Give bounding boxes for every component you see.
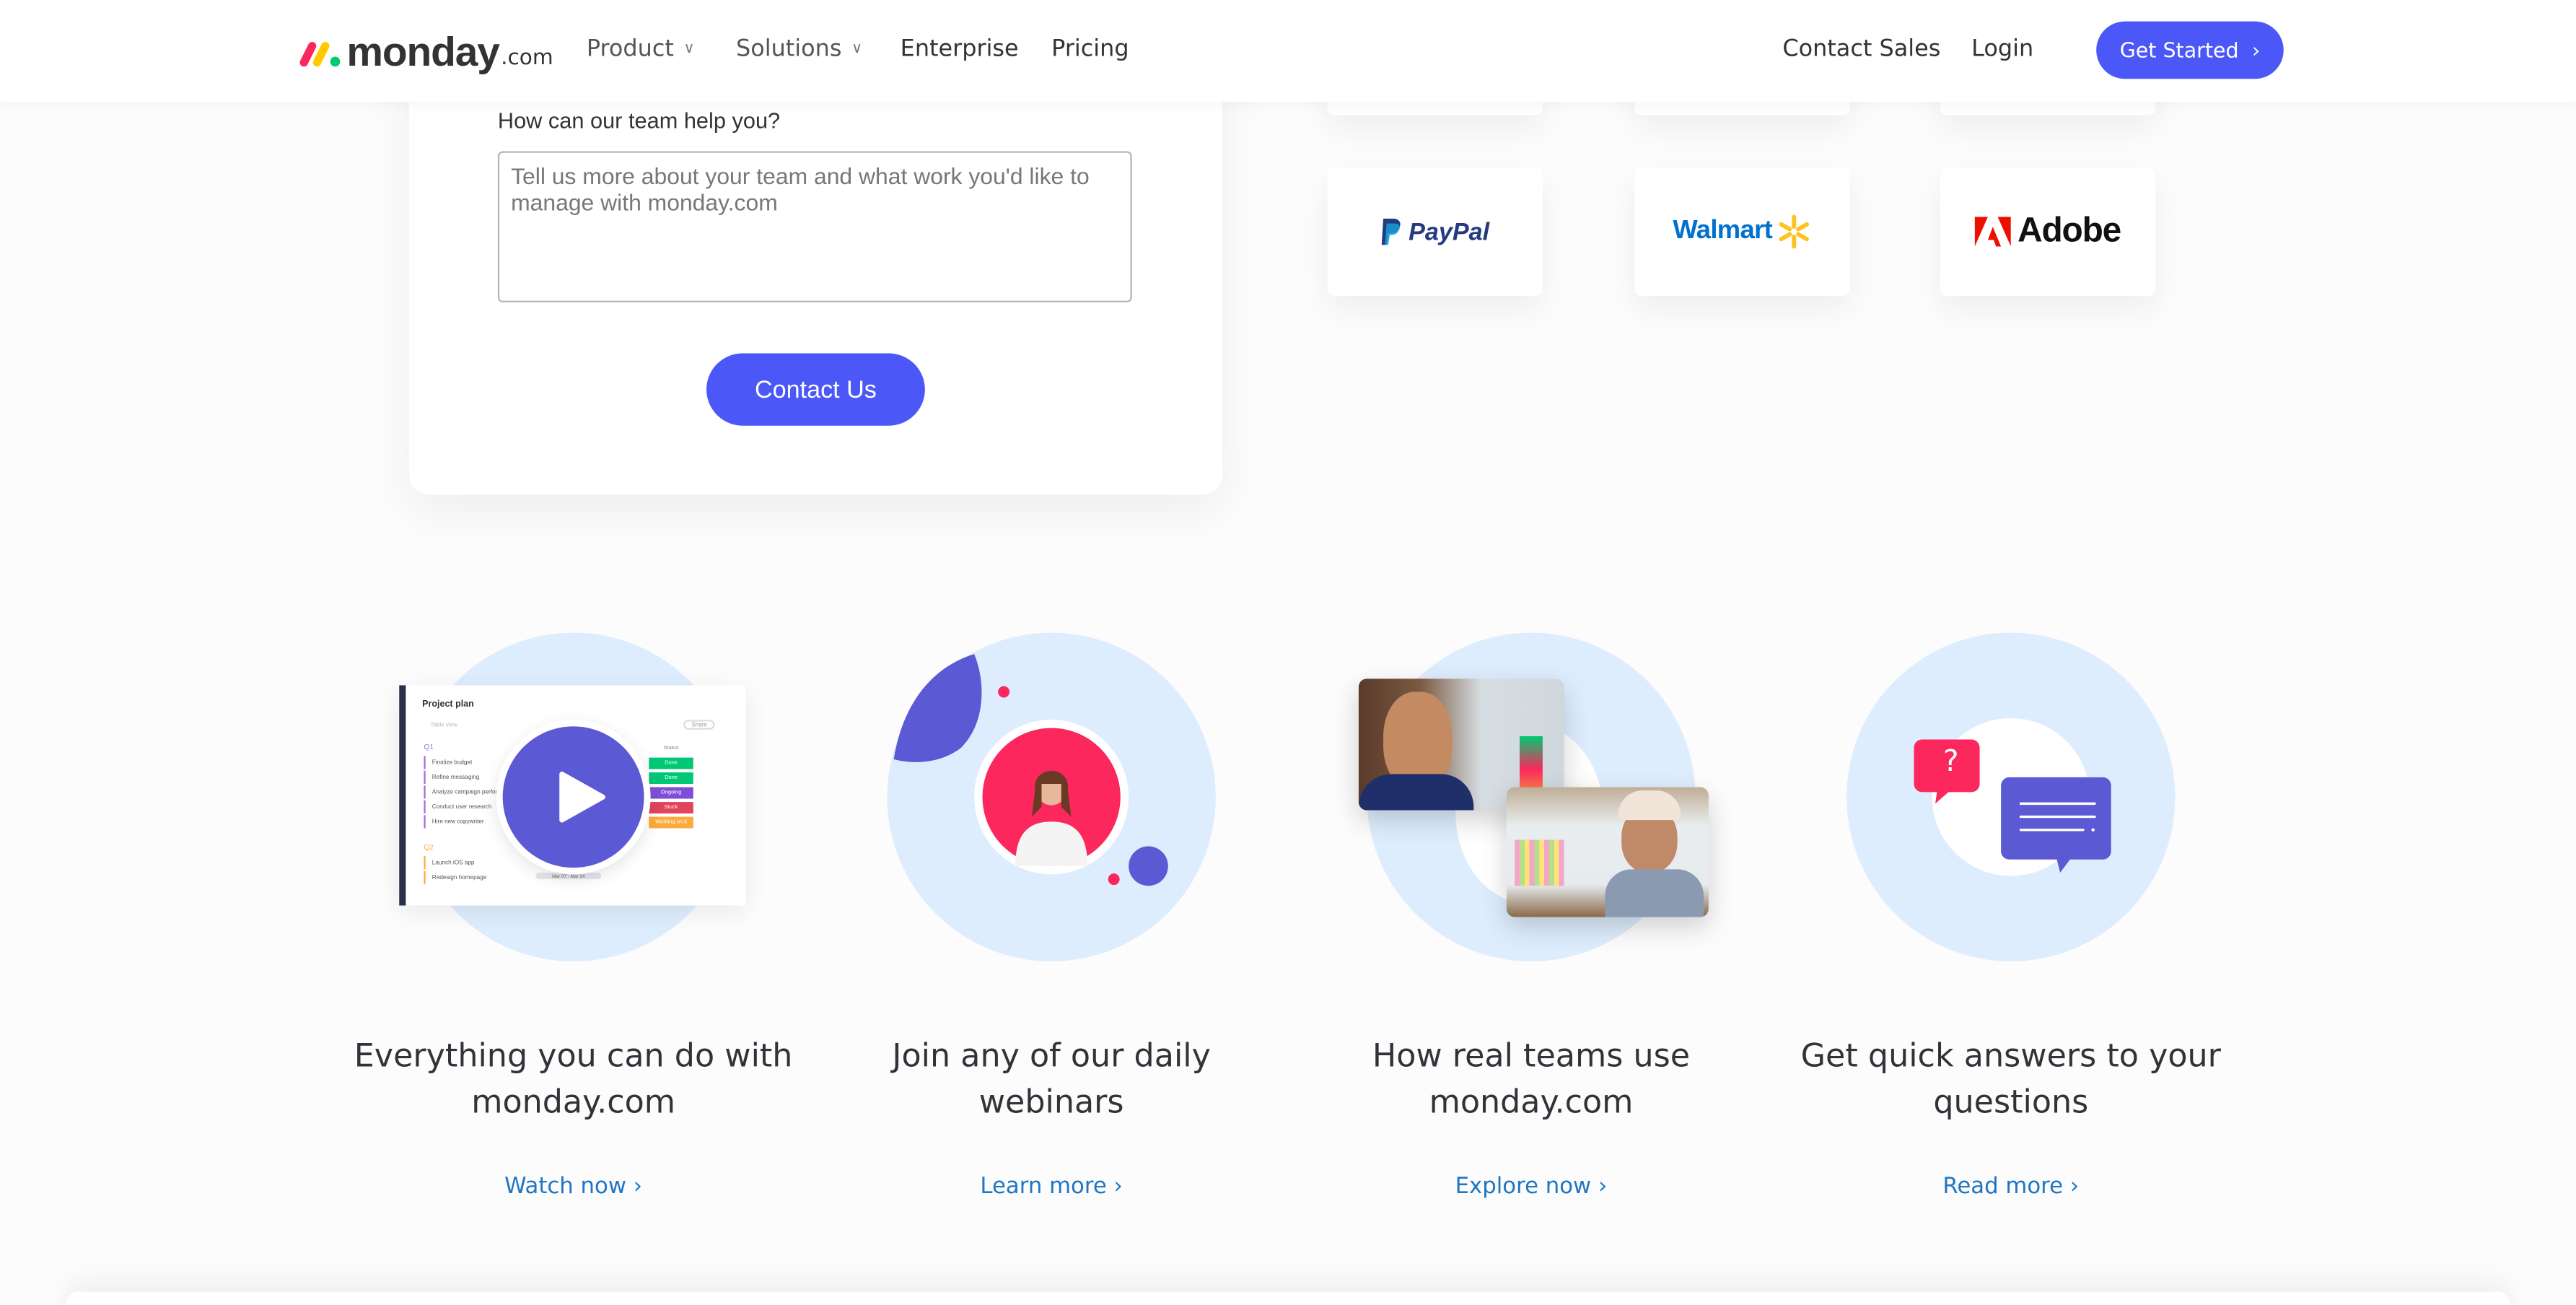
chevron-down-icon: ∨ xyxy=(851,40,863,58)
nav-label: Solutions xyxy=(736,36,842,63)
resource-title: Get quick answers to your questions xyxy=(1800,1036,2221,1121)
adobe-logo-card: Adobe xyxy=(1940,167,2156,296)
login-label: Login xyxy=(1971,36,2034,63)
board-group-q1: Q1 xyxy=(424,743,434,751)
resource-title: How real teams use monday.com xyxy=(1372,1036,1691,1121)
paypal-logo-text: PayPal xyxy=(1409,217,1490,246)
contact-us-button[interactable]: Contact Us xyxy=(706,353,925,426)
walmart-logo-text: Walmart xyxy=(1673,217,1773,245)
watch-now-link[interactable]: Watch now › xyxy=(335,1174,811,1200)
page: monday .com Product ∨ Solutions ∨ Enterpri… xyxy=(0,0,2576,1305)
resource-title: Everything you can do with monday.com xyxy=(354,1036,793,1121)
help-field-label: How can our team help you? xyxy=(497,108,781,134)
board-group-q2: Q2 xyxy=(424,842,434,852)
board-share: Share xyxy=(683,720,716,730)
board-title: Project plan xyxy=(422,699,474,710)
board-view: Table view xyxy=(430,721,457,728)
chevron-right-icon: › xyxy=(1113,1173,1123,1200)
paypal-logo-icon xyxy=(1382,218,1401,245)
explore-now-link[interactable]: Explore now › xyxy=(1293,1174,1769,1200)
play-icon xyxy=(559,771,606,823)
nav-label: Enterprise xyxy=(900,36,1019,63)
status-ongoing: Ongoing xyxy=(649,787,693,799)
login-link[interactable]: Login xyxy=(1971,36,2033,62)
chevron-right-icon: › xyxy=(1598,1173,1608,1200)
nav-solutions[interactable]: Solutions ∨ xyxy=(736,36,862,62)
nav-product[interactable]: Product ∨ xyxy=(587,36,695,62)
nav-label: Pricing xyxy=(1051,36,1129,63)
team-photo xyxy=(1506,787,1709,917)
board-sidebar xyxy=(399,685,406,906)
chevron-down-icon: ∨ xyxy=(683,40,695,58)
status-working: Working on it xyxy=(649,816,693,829)
play-video-button[interactable] xyxy=(496,720,651,875)
nav-pricing[interactable]: Pricing xyxy=(1051,36,1129,62)
walmart-logo-card: Walmart xyxy=(1634,167,1850,296)
help-textarea[interactable] xyxy=(497,151,1132,302)
webinar-illustration xyxy=(893,654,1168,886)
chevron-right-icon: › xyxy=(2069,1173,2080,1200)
next-section-edge xyxy=(66,1291,2510,1305)
top-navbar: monday .com Product ∨ Solutions ∨ Enterpri… xyxy=(0,0,2576,102)
walmart-spark-icon xyxy=(1778,214,1809,249)
contact-sales-label: Contact Sales xyxy=(1782,36,1941,63)
logo-word: monday xyxy=(346,29,500,76)
monday-logo-icon xyxy=(299,42,341,67)
nav-label: Product xyxy=(586,36,674,63)
resource-title: Join any of our daily webinars xyxy=(892,1036,1211,1121)
nav-enterprise[interactable]: Enterprise xyxy=(901,36,1019,62)
monday-logo[interactable]: monday .com xyxy=(299,26,553,76)
chevron-right-icon: › xyxy=(2251,38,2261,63)
status-header: Status xyxy=(663,744,679,751)
question-mark: ? xyxy=(1942,744,1959,780)
adobe-logo-icon xyxy=(1974,217,2011,247)
logo-suffix: .com xyxy=(501,45,553,71)
contact-sales-link[interactable]: Contact Sales xyxy=(1782,36,1940,62)
read-more-link[interactable]: Read more › xyxy=(1773,1174,2249,1200)
get-started-label: Get Started xyxy=(2119,38,2239,63)
paypal-logo-card: PayPal xyxy=(1327,167,1543,296)
status-done: Done xyxy=(649,772,693,785)
status-stuck: Stuck xyxy=(649,802,693,814)
adobe-logo-text: Adobe xyxy=(2018,211,2121,250)
chevron-right-icon: › xyxy=(633,1173,643,1200)
status-done: Done xyxy=(649,757,693,769)
learn-more-link[interactable]: Learn more › xyxy=(813,1174,1289,1200)
get-started-button[interactable]: Get Started › xyxy=(2096,21,2284,79)
